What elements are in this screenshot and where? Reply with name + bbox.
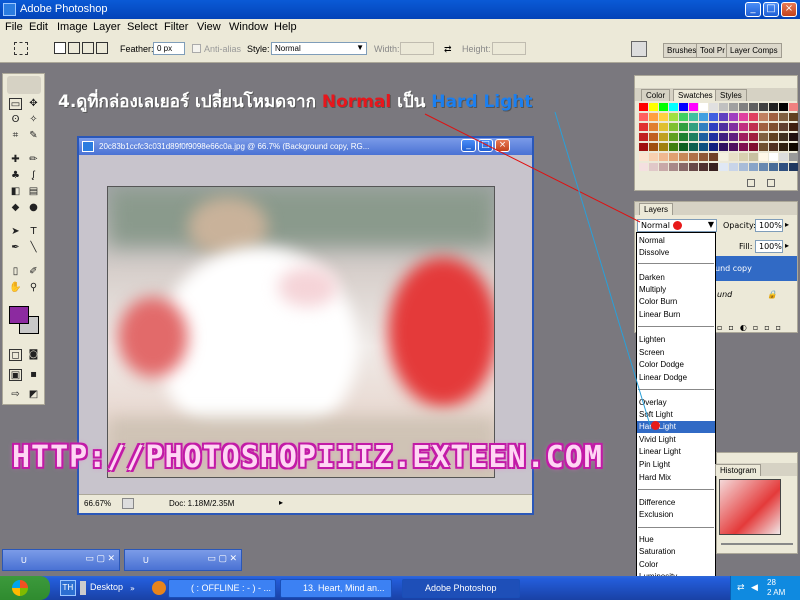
start-button[interactable] <box>0 576 50 600</box>
network-icon[interactable]: ⇄ <box>737 583 745 593</box>
foreground-color-swatch[interactable] <box>9 306 29 324</box>
toolbar-expand-icon[interactable]: » <box>130 584 135 593</box>
desktop-toolbar[interactable]: Desktop <box>90 582 123 592</box>
volume-icon[interactable]: ◀ <box>751 583 758 593</box>
clock-time[interactable]: 2 AM <box>767 588 785 597</box>
taskbar-item-heart-mind[interactable]: 13. Heart, Mind an... <box>280 579 392 598</box>
taskbar-item-offline[interactable]: ( : OFFLINE : - ) - ... <box>168 579 276 598</box>
clock-date: 28 <box>767 578 776 587</box>
minimized-title: U <box>21 556 27 565</box>
language-indicator[interactable]: TH <box>60 580 76 596</box>
system-tray: ⇄ ◀ 28 2 AM <box>730 576 800 600</box>
minimized-title: U <box>143 556 149 565</box>
minimized-window-1[interactable]: U ▭ ▢ ✕ <box>2 549 120 571</box>
annotation-lines <box>424 111 651 426</box>
taskbar-item-photoshop[interactable]: Adobe Photoshop <box>402 579 520 598</box>
watermark-text: HTTP://PHOTOSHOPIIIZ.EXTEEN.COM <box>12 440 603 475</box>
window-controls-icon[interactable]: ▭ ▢ ✕ <box>207 553 237 564</box>
firefox-icon[interactable] <box>152 581 166 595</box>
minimized-window-2[interactable]: U ▭ ▢ ✕ <box>124 549 242 571</box>
window-controls-icon[interactable]: ▭ ▢ ✕ <box>85 553 115 564</box>
windows-logo-icon <box>12 580 28 596</box>
taskbar: TH Desktop » ( : OFFLINE : - ) - ... 13.… <box>0 576 800 600</box>
red-pointer-line <box>424 113 641 223</box>
blue-pointer-line <box>554 111 651 426</box>
taskbar-grip-icon <box>80 581 86 595</box>
